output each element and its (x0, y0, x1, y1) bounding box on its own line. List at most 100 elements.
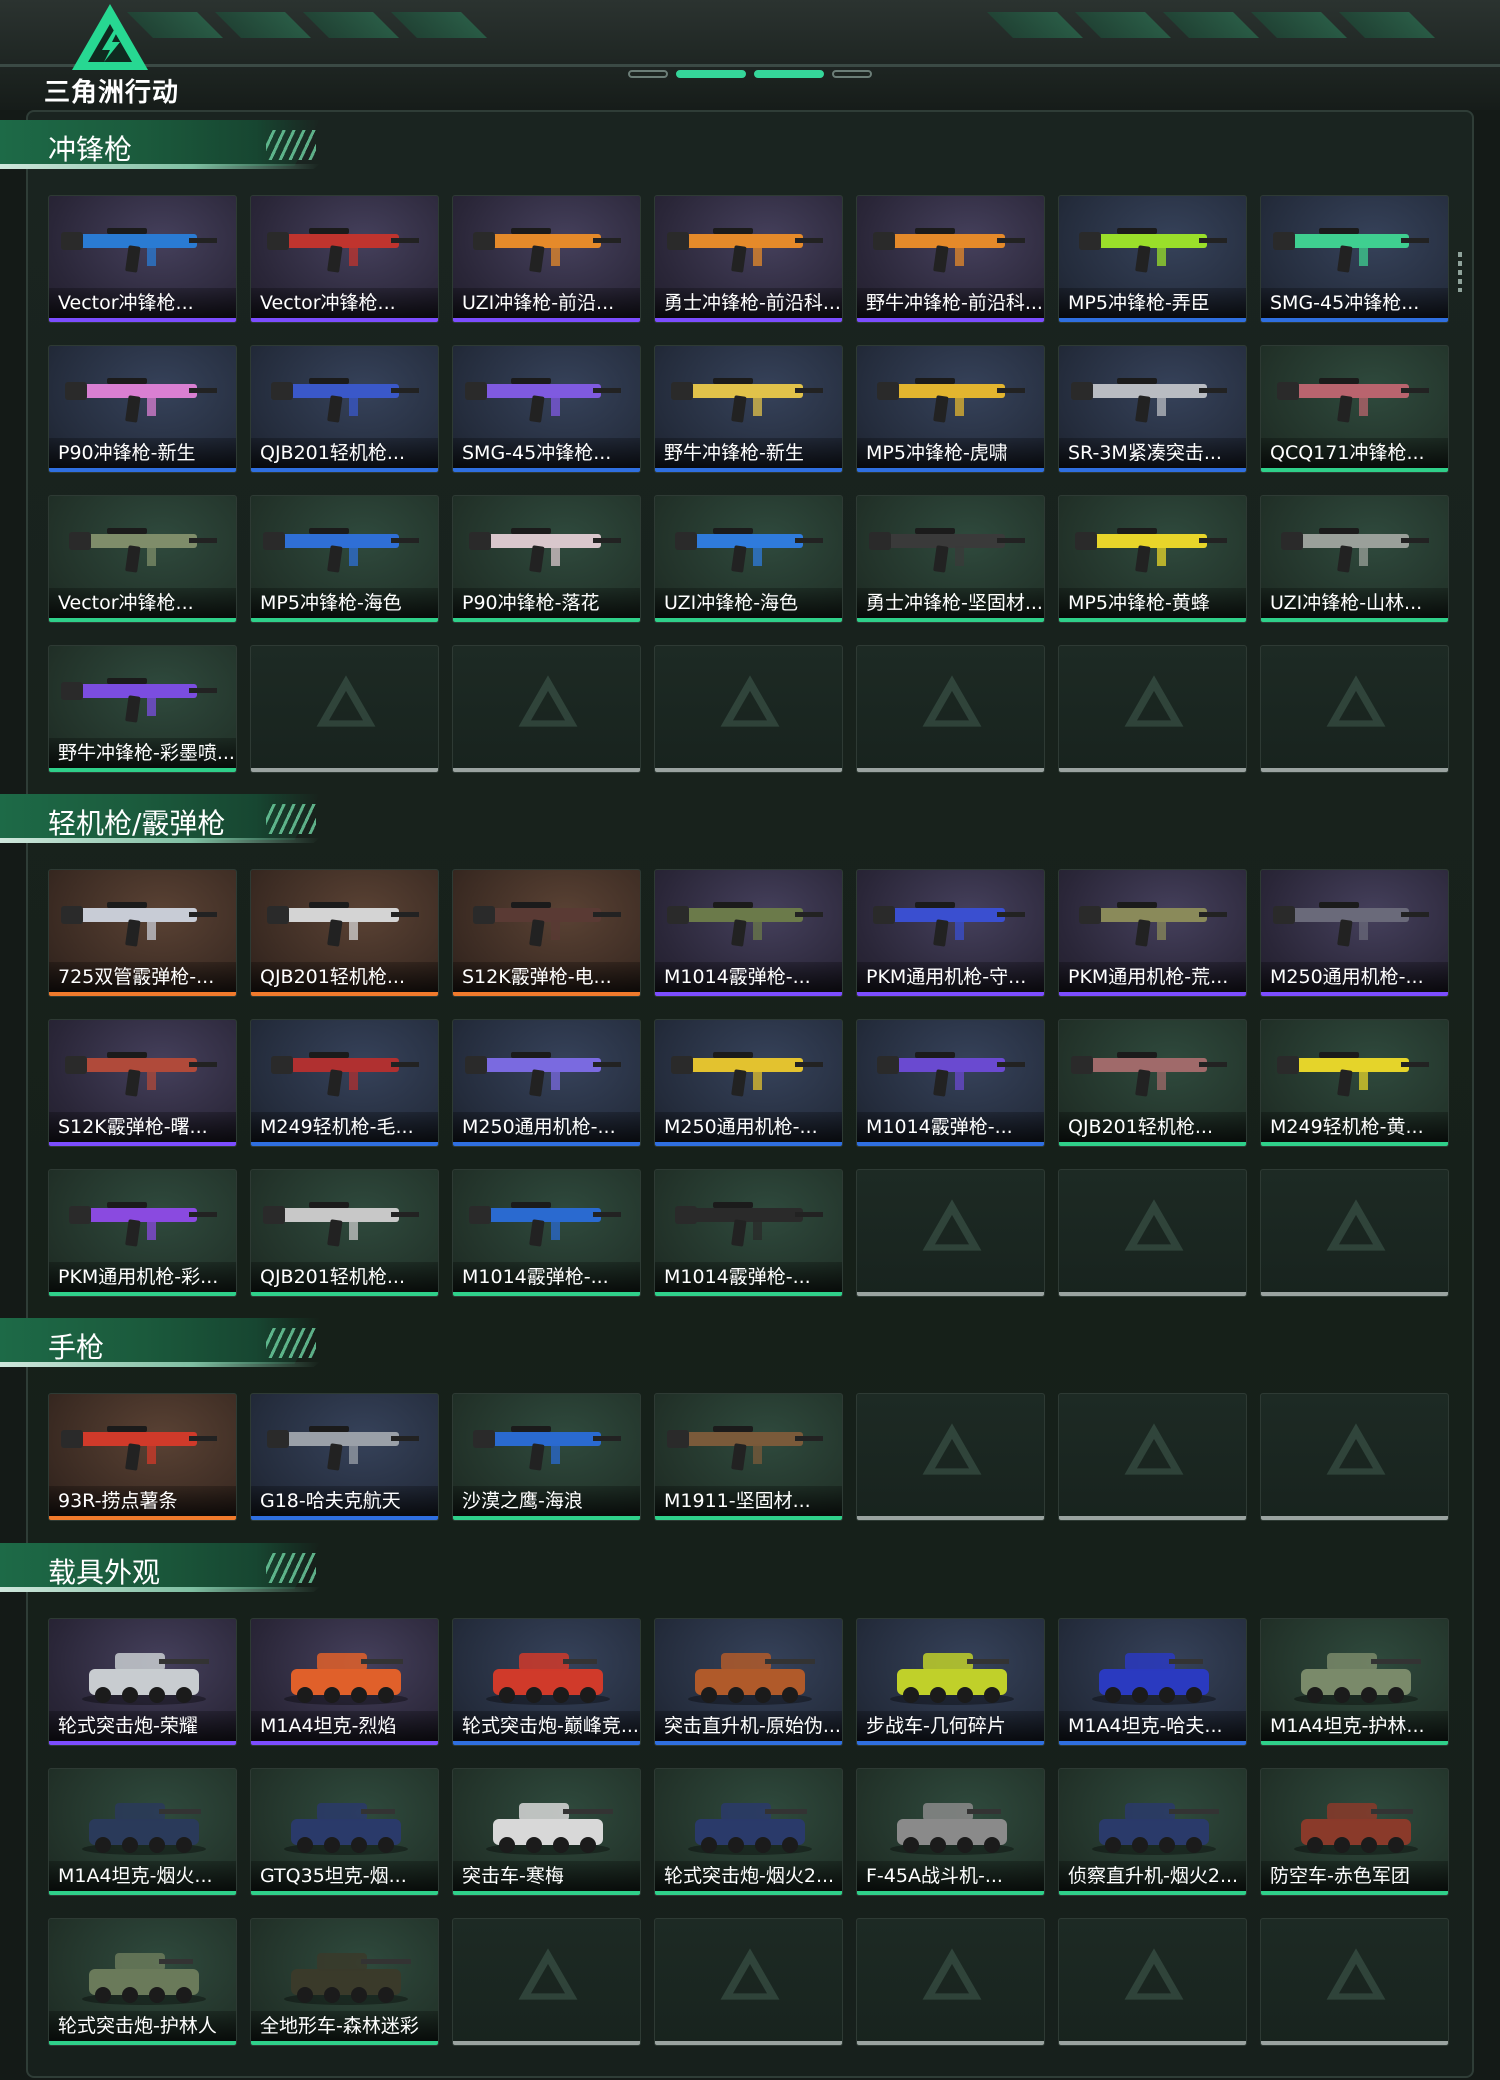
item-card[interactable]: M1A4坦克-烈焰 (250, 1618, 439, 1746)
item-card[interactable]: M250通用机枪-... (1260, 869, 1449, 997)
item-card[interactable]: 沙漠之鹰-海浪 (452, 1393, 641, 1521)
item-card[interactable]: M1A4坦克-哈夫... (1058, 1618, 1247, 1746)
scrollbar-handle[interactable] (1458, 252, 1462, 292)
rarity-bar (453, 2041, 640, 2045)
item-card[interactable]: 93R-捞点薯条 (48, 1393, 237, 1521)
item-card[interactable]: M250通用机枪-... (654, 1019, 843, 1147)
item-card[interactable]: SR-3M紧凑突击... (1058, 345, 1247, 473)
item-name: 野牛冲锋枪-彩墨喷... (49, 738, 236, 768)
item-card[interactable]: 轮式突击炮-巅峰竞... (452, 1618, 641, 1746)
item-name: PKM通用机枪-彩... (49, 1262, 236, 1292)
item-card[interactable]: QJB201轻机枪... (1058, 1019, 1247, 1147)
item-card[interactable]: Vector冲锋枪... (48, 195, 237, 323)
item-name: SMG-45冲锋枪... (1261, 288, 1448, 318)
item-card[interactable]: 725双管霰弹枪-... (48, 869, 237, 997)
item-card[interactable]: M1014霰弹枪-... (856, 1019, 1045, 1147)
item-card[interactable]: S12K霰弹枪-曙... (48, 1019, 237, 1147)
rarity-bar (857, 1292, 1044, 1296)
rarity-bar (1059, 468, 1246, 472)
item-card[interactable]: 勇士冲锋枪-坚固材... (856, 495, 1045, 623)
delta-watermark-icon (922, 675, 982, 727)
item-card[interactable]: 轮式突击炮-护林人 (48, 1918, 237, 2046)
section-title: 载具外观 (48, 1556, 161, 1589)
item-card[interactable]: MP5冲锋枪-弄臣 (1058, 195, 1247, 323)
item-card[interactable]: M1014霰弹枪-... (654, 869, 843, 997)
item-card[interactable]: 野牛冲锋枪-彩墨喷... (48, 645, 237, 773)
rarity-bar (857, 1741, 1044, 1745)
item-card[interactable]: P90冲锋枪-新生 (48, 345, 237, 473)
item-card[interactable]: 步战车-几何碎片 (856, 1618, 1045, 1746)
delta-watermark-icon (922, 1199, 982, 1251)
item-card[interactable]: 全地形车-森林迷彩 (250, 1918, 439, 2046)
item-card[interactable]: GTQ35坦克-烟... (250, 1768, 439, 1896)
item-card[interactable]: QJB201轻机枪... (250, 1169, 439, 1297)
rarity-bar (655, 1891, 842, 1895)
weapon-image (263, 1202, 419, 1247)
weapon-image (263, 528, 419, 573)
rarity-bar (251, 318, 438, 322)
item-card[interactable]: UZI冲锋枪-海色 (654, 495, 843, 623)
item-name: QCQ171冲锋枪... (1261, 438, 1448, 468)
item-card[interactable]: QCQ171冲锋枪... (1260, 345, 1449, 473)
weapon-image (469, 1202, 621, 1247)
item-card[interactable]: PKM通用机枪-荒... (1058, 869, 1247, 997)
item-card[interactable]: 侦察直升机-烟火2... (1058, 1768, 1247, 1896)
section-title: 轻机枪/霰弹枪 (48, 807, 226, 840)
item-card[interactable]: 野牛冲锋枪-前沿科... (856, 195, 1045, 323)
item-card[interactable]: UZI冲锋枪-前沿... (452, 195, 641, 323)
weapon-image (267, 228, 419, 273)
item-card[interactable]: SMG-45冲锋枪... (1260, 195, 1449, 323)
item-card[interactable]: M1014霰弹枪-... (452, 1169, 641, 1297)
item-name: M1911-坚固材... (655, 1486, 842, 1516)
weapon-image (267, 902, 419, 947)
item-card[interactable]: M249轻机枪-黄... (1260, 1019, 1449, 1147)
item-card[interactable]: UZI冲锋枪-山林... (1260, 495, 1449, 623)
item-card[interactable]: S12K霰弹枪-电... (452, 869, 641, 997)
item-card[interactable]: 突击车-寒梅 (452, 1768, 641, 1896)
item-name: Vector冲锋枪... (49, 288, 236, 318)
item-card[interactable]: F-45A战斗机-... (856, 1768, 1045, 1896)
item-card[interactable]: 突击直升机-原始伪... (654, 1618, 843, 1746)
item-name: M249轻机枪-黄... (1261, 1112, 1448, 1142)
item-card[interactable]: QJB201轻机枪... (250, 869, 439, 997)
item-card[interactable]: 轮式突击炮-荣耀 (48, 1618, 237, 1746)
item-card[interactable]: 野牛冲锋枪-新生 (654, 345, 843, 473)
weapon-image (1071, 378, 1227, 423)
item-card[interactable]: SMG-45冲锋枪... (452, 345, 641, 473)
item-card[interactable]: P90冲锋枪-落花 (452, 495, 641, 623)
item-card[interactable]: M1911-坚固材... (654, 1393, 843, 1521)
item-card[interactable]: MP5冲锋枪-海色 (250, 495, 439, 623)
rarity-bar (1059, 992, 1246, 996)
item-card[interactable]: PKM通用机枪-彩... (48, 1169, 237, 1297)
item-card[interactable]: G18-哈夫克航天 (250, 1393, 439, 1521)
item-card[interactable]: M1014霰弹枪-... (654, 1169, 843, 1297)
rarity-bar (655, 992, 842, 996)
item-card[interactable]: M249轻机枪-毛... (250, 1019, 439, 1147)
item-name: M250通用机枪-... (1261, 962, 1448, 992)
item-card[interactable]: Vector冲锋枪... (250, 195, 439, 323)
item-card[interactable]: M250通用机枪-... (452, 1019, 641, 1147)
item-card[interactable]: 勇士冲锋枪-前沿科... (654, 195, 843, 323)
rarity-bar (49, 318, 236, 322)
item-card[interactable]: M1A4坦克-烟火... (48, 1768, 237, 1896)
item-card[interactable]: 防空车-赤色军团 (1260, 1768, 1449, 1896)
item-name: Vector冲锋枪... (251, 288, 438, 318)
weapon-image (65, 1052, 217, 1097)
vehicle-image (284, 1803, 408, 1855)
item-card[interactable]: MP5冲锋枪-黄蜂 (1058, 495, 1247, 623)
header-decoration-left (127, 12, 610, 38)
item-name: QJB201轻机枪... (251, 962, 438, 992)
delta-watermark-icon (1326, 1423, 1386, 1475)
item-card[interactable]: QJB201轻机枪... (250, 345, 439, 473)
weapon-image (1079, 902, 1227, 947)
rarity-bar (453, 1741, 640, 1745)
item-card[interactable]: MP5冲锋枪-虎啸 (856, 345, 1045, 473)
item-card[interactable]: Vector冲锋枪... (48, 495, 237, 623)
header-indicator (620, 70, 880, 84)
vehicle-image (284, 1953, 411, 2005)
item-card[interactable]: M1A4坦克-护林... (1260, 1618, 1449, 1746)
weapon-image (65, 378, 217, 423)
item-card[interactable]: PKM通用机枪-守... (856, 869, 1045, 997)
item-card[interactable]: 轮式突击炮-烟火2... (654, 1768, 843, 1896)
rarity-bar (453, 1292, 640, 1296)
